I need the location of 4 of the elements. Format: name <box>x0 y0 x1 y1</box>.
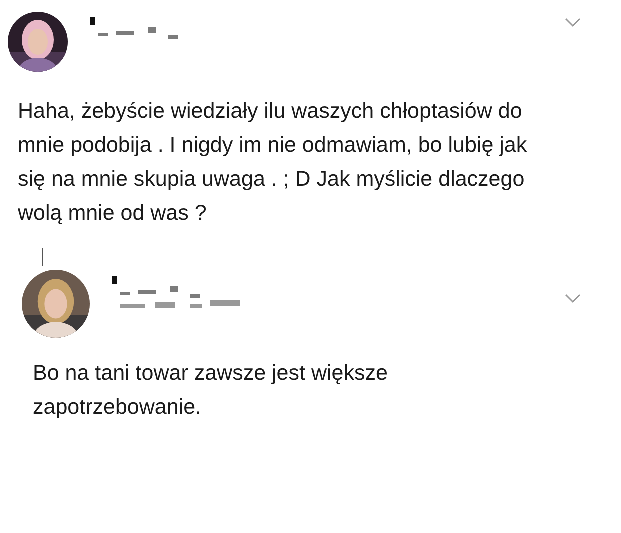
chevron-icon[interactable] <box>565 294 581 304</box>
post-text: Haha, żebyście wiedziały ilu waszych chłoptasiów do mnie podobija . I nigdy im nie odmawiam, bo lubię jak się na mnie skupia uwaga . ; D Jak myślicie dlaczego wolą mnie od was ? <box>18 98 528 227</box>
post-text: Bo na tani towar zawsze jest większe zapotrzebowanie. <box>33 360 389 421</box>
chevron-icon[interactable] <box>565 18 581 28</box>
